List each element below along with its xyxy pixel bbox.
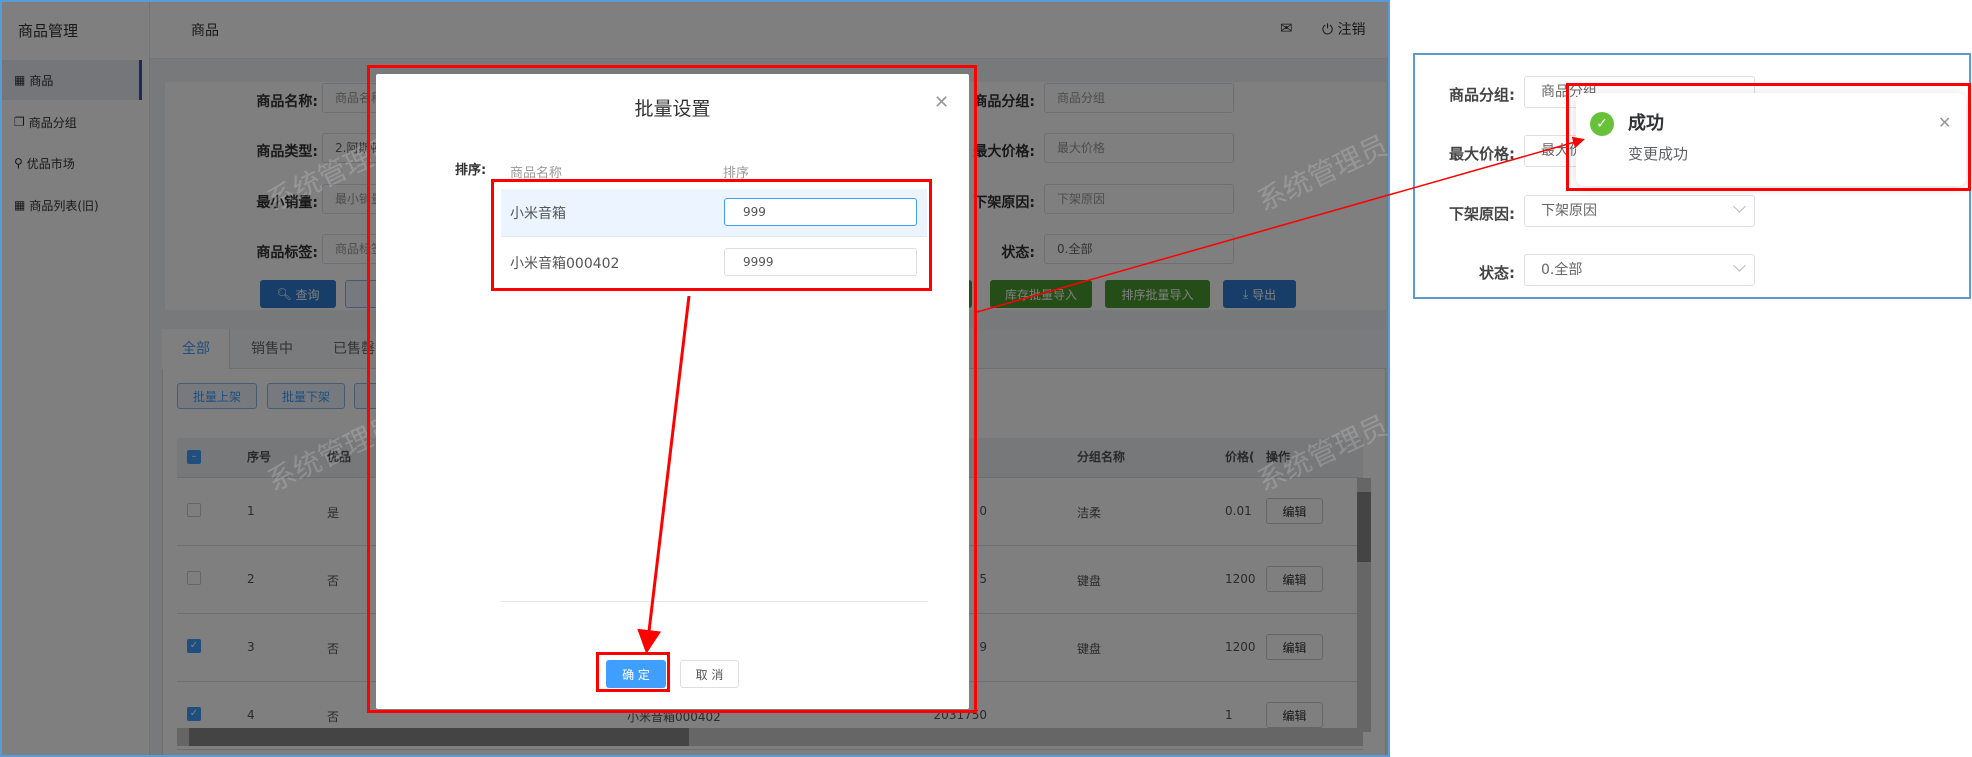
- annotation-arrows: [637, 136, 1585, 654]
- arrow-to-confirm: [637, 295, 691, 654]
- arrow-to-notification: [976, 136, 1585, 313]
